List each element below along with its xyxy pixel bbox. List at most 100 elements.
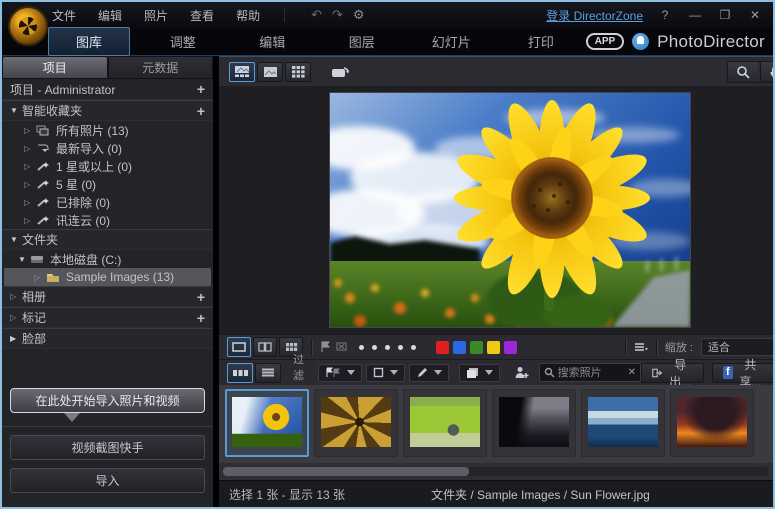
tab-edit[interactable]: 编辑 [228,28,318,55]
add-smart-collection-button[interactable]: + [197,103,205,119]
scrollbar-thumb[interactable] [223,467,469,476]
add-face-button[interactable] [514,366,529,380]
thumbnail-cathedral-silhouette[interactable] [492,389,576,457]
color-label-red[interactable] [436,341,449,354]
star-rating-dots[interactable] [359,345,416,350]
rating-dot[interactable] [411,345,416,350]
tree-item-1-star-up[interactable]: ▷ 1 星或以上 (0) [2,157,213,175]
albums-section[interactable]: ▷ 相册 + [2,286,213,307]
help-button[interactable]: ? [657,8,673,22]
thumbnail-spiral-staircase[interactable] [314,389,398,457]
tab-layers[interactable]: 图层 [317,28,407,55]
thumbnail-bicycle-in-field[interactable] [403,389,487,457]
secondary-display-button[interactable] [325,62,355,82]
compare-view-button[interactable] [253,337,277,357]
main-photo-sun-flower[interactable] [330,93,690,327]
zoom-fit-dropdown[interactable]: 适合 [701,338,775,356]
tab-print[interactable]: 打印 [496,28,586,55]
photo-viewer[interactable] [219,86,775,334]
add-project-button[interactable]: + [197,81,205,97]
pan-tool-button[interactable] [760,62,775,82]
close-button[interactable]: ✕ [747,8,763,22]
search-input[interactable] [558,367,628,379]
rating-dot[interactable] [359,345,364,350]
flag-filter-dropdown[interactable] [318,364,362,382]
import-here-callout-button[interactable]: 在此处开始导入照片和视频 [10,388,205,413]
expand-icon[interactable]: ▷ [10,292,22,301]
flag-pick-icon[interactable] [320,341,331,353]
minimize-button[interactable]: — [687,8,703,22]
menu-edit[interactable]: 编辑 [98,7,122,24]
folders-section[interactable]: ▼ 文件夹 [2,229,213,250]
smart-collection-section[interactable]: ▼ 智能收藏夹 + [2,100,213,121]
project-header-row[interactable]: 项目 - Administrator + [2,79,213,100]
tab-project[interactable]: 项目 [2,56,108,79]
viewer-filmstrip-mode-button[interactable] [229,62,255,82]
expand-icon[interactable]: ▷ [24,216,36,225]
expand-icon[interactable]: ▷ [24,126,36,135]
tab-adjust[interactable]: 调整 [138,28,228,55]
viewer-only-mode-button[interactable] [257,62,283,82]
login-directorzone-link[interactable]: 登录 DirectorZone [546,7,643,24]
expand-icon[interactable]: ▷ [34,273,46,282]
thumbnail-sunflower[interactable] [225,389,309,457]
add-album-button[interactable]: + [197,289,205,305]
tree-item-latest-import[interactable]: ▷ 最新导入 (0) [2,139,213,157]
collapse-icon[interactable]: ▼ [10,106,22,115]
share-button[interactable]: f 共享... [712,363,775,383]
grid-mode-button[interactable] [285,62,311,82]
expand-icon[interactable]: ▷ [24,162,36,171]
tags-section[interactable]: ▷ 标记 + [2,307,213,328]
add-tag-button[interactable]: + [197,310,205,326]
scrollbar-track[interactable] [223,467,769,476]
maximize-button[interactable]: ❐ [717,8,733,22]
import-button[interactable]: 导入 [10,468,205,493]
menu-view[interactable]: 查看 [190,7,214,24]
thumbnail-view-button[interactable] [227,363,253,383]
app-badge[interactable]: APP [586,33,625,50]
tab-metadata[interactable]: 元数据 [108,56,214,79]
tree-item-sample-images[interactable]: ▷ Sample Images (13) [4,268,211,286]
undo-icon[interactable]: ↶ [311,7,322,23]
single-view-button[interactable] [227,337,251,357]
expand-icon[interactable]: ▷ [10,313,22,322]
expand-icon[interactable]: ▷ [24,144,36,153]
rating-filter-dropdown[interactable] [366,364,405,382]
color-label-green[interactable] [470,341,483,354]
zoom-tool-button[interactable] [728,62,758,82]
redo-icon[interactable]: ↷ [332,7,343,23]
tab-library[interactable]: 图库 [48,27,130,56]
clear-search-icon[interactable]: ✕ [628,367,636,378]
collapse-icon[interactable]: ▼ [10,235,22,244]
collapse-icon[interactable]: ▼ [18,255,30,264]
tree-item-cyberlink-cloud[interactable]: ▷ 讯连云 (0) [2,211,213,229]
tree-item-local-disk[interactable]: ▼ 本地磁盘 (C:) [2,250,213,268]
menu-help[interactable]: 帮助 [236,7,260,24]
label-filter-dropdown[interactable] [459,364,500,382]
expand-icon[interactable]: ▶ [10,334,22,343]
settings-gear-icon[interactable]: ⚙ [353,7,365,23]
thumbnail-mountain-lake[interactable] [581,389,665,457]
expand-icon[interactable]: ▷ [24,180,36,189]
export-button[interactable]: 导出... [641,363,704,383]
tree-item-all-photos[interactable]: ▷ 所有照片 (13) [2,121,213,139]
display-options-icon[interactable] [634,342,648,352]
edited-filter-dropdown[interactable] [409,364,449,382]
faces-section[interactable]: ▶ 脸部 [2,328,213,349]
video-to-photo-button[interactable]: 视频截图快手 [10,435,205,460]
flag-reject-icon[interactable] [336,341,349,353]
color-label-blue[interactable] [453,341,466,354]
expand-icon[interactable]: ▷ [24,198,36,207]
list-view-button[interactable] [255,363,281,383]
rating-dot[interactable] [372,345,377,350]
rating-dot[interactable] [398,345,403,350]
tree-item-5-star[interactable]: ▷ 5 星 (0) [2,175,213,193]
thumbnail-sunset-clouds[interactable] [670,389,754,457]
menu-file[interactable]: 文件 [52,7,76,24]
notification-bell-icon[interactable] [632,33,649,50]
tab-slideshow[interactable]: 幻灯片 [407,28,497,55]
tree-item-rejected[interactable]: ▷ 已排除 (0) [2,193,213,211]
rating-dot[interactable] [385,345,390,350]
menu-photo[interactable]: 照片 [144,7,168,24]
color-label-purple[interactable] [504,341,517,354]
